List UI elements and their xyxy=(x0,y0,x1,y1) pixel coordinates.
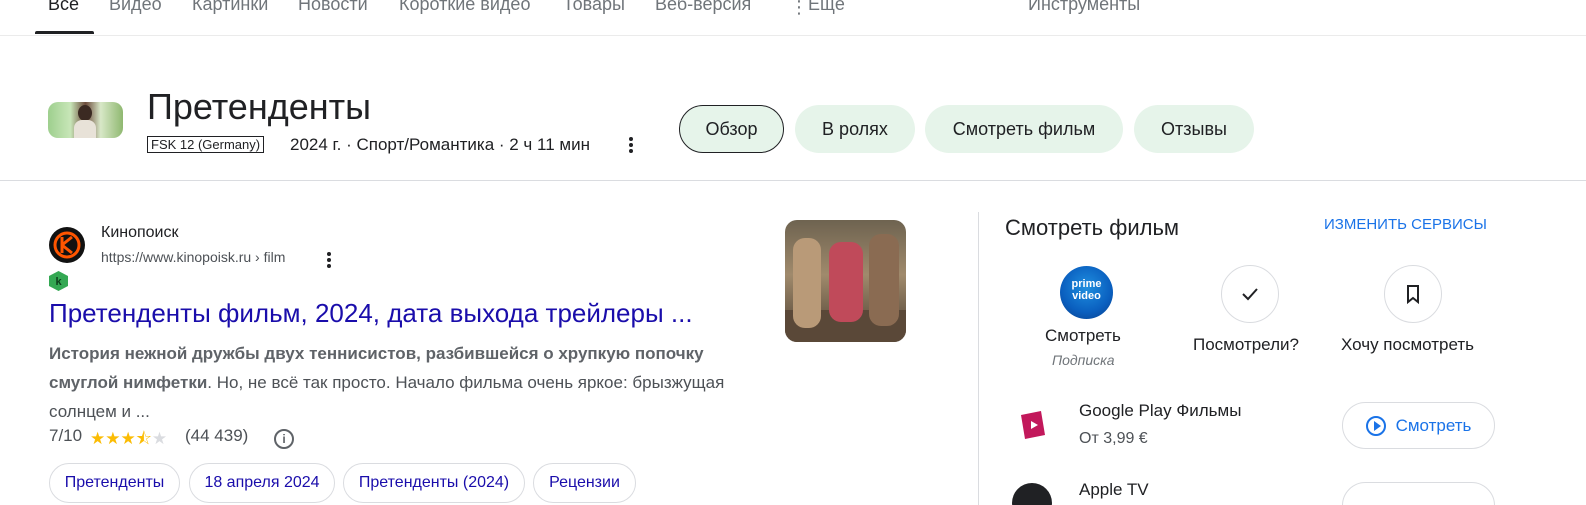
change-services-link[interactable]: ИЗМЕНИТЬ СЕРВИСЫ xyxy=(1324,216,1487,233)
google-play-movies-icon xyxy=(1021,411,1045,439)
watch-button-label: Смотреть xyxy=(1395,415,1472,435)
watched-button[interactable] xyxy=(1221,265,1279,323)
entity-thumbnail[interactable] xyxy=(48,102,123,138)
want-to-watch-button[interactable] xyxy=(1384,265,1442,323)
svg-text:k: k xyxy=(55,276,62,288)
result-url[interactable]: https://www.kinopoisk.ru › film xyxy=(101,249,285,265)
star-half-icon: ⯪ xyxy=(135,429,152,448)
result-thumbnail[interactable] xyxy=(785,220,906,342)
tab-more[interactable]: Ещё xyxy=(808,0,845,15)
apple-tv-icon xyxy=(1012,483,1052,505)
tab-all[interactable]: Все xyxy=(48,0,79,15)
result-snippet: История нежной дружбы двух теннисистов, … xyxy=(49,339,769,426)
entity-meta: 2024 г. · Спорт/Романтика · 2 ч 11 мин xyxy=(290,135,590,154)
tab-short-videos[interactable]: Короткие видео xyxy=(399,0,530,15)
chip-cast[interactable]: В ролях xyxy=(795,105,915,153)
result-title-link[interactable]: Претенденты фильм, 2024, дата выхода тре… xyxy=(49,298,693,329)
review-count: (44 439) xyxy=(185,426,249,445)
star-icon: ★ xyxy=(105,429,121,448)
bookmark-icon xyxy=(1407,285,1419,305)
result-site-name[interactable]: Кинопоиск xyxy=(101,224,179,242)
sitelink-release-date[interactable]: 18 апреля 2024 xyxy=(189,463,335,503)
rating-stars: ★★★⯪★ xyxy=(90,426,167,455)
entity-more-icon[interactable] xyxy=(629,137,633,155)
watch-panel-title: Смотреть фильм xyxy=(1005,215,1180,240)
chip-reviews[interactable]: Отзывы xyxy=(1134,105,1254,153)
result-more-icon[interactable] xyxy=(327,252,331,270)
prime-subscription-label: Подписка xyxy=(1052,352,1115,368)
kinopoisk-favicon xyxy=(49,227,85,263)
provider-name-google-play[interactable]: Google Play Фильмы xyxy=(1079,401,1241,421)
chip-overview[interactable]: Обзор xyxy=(679,105,784,153)
sitelink-pretendenty[interactable]: Претенденты xyxy=(49,463,180,503)
star-icon: ★ xyxy=(90,429,106,448)
result-rating: 7/10 xyxy=(49,426,83,445)
watch-apple-tv-button[interactable] xyxy=(1342,482,1495,505)
want-to-watch-label[interactable]: Хочу посмотреть xyxy=(1341,335,1474,355)
tab-video[interactable]: Видео xyxy=(109,0,162,15)
age-rating-badge: FSK 12 (Germany) xyxy=(147,136,265,153)
provider-name-apple-tv[interactable]: Apple TV xyxy=(1079,480,1149,500)
tab-news[interactable]: Новости xyxy=(298,0,368,15)
star-icon: ★ xyxy=(120,429,136,448)
provider-price-google-play: От 3,99 € xyxy=(1079,430,1148,447)
kinopoisk-badge-icon: k xyxy=(49,271,68,291)
chip-watch-movie[interactable]: Смотреть фильм xyxy=(925,105,1123,153)
search-tabs: Все Видео Картинки Новости Короткие виде… xyxy=(0,0,1586,36)
tools-button[interactable]: Инструменты xyxy=(1028,0,1140,15)
tab-shopping[interactable]: Товары xyxy=(563,0,625,15)
entity-header: Претенденты FSK 12 (Germany) 2024 г. · С… xyxy=(0,80,1586,181)
tab-images[interactable]: Картинки xyxy=(192,0,268,15)
entity-title: Претенденты xyxy=(147,86,371,127)
more-vertical-icon[interactable]: ⋮ xyxy=(790,0,808,18)
play-icon xyxy=(1365,415,1386,436)
prime-video-logo[interactable]: prime video xyxy=(1060,266,1113,319)
tab-web[interactable]: Веб-версия xyxy=(655,0,751,15)
prime-watch-label[interactable]: Смотреть xyxy=(1045,326,1121,346)
watched-label[interactable]: Посмотрели? xyxy=(1193,335,1299,355)
active-tab-indicator xyxy=(35,31,94,34)
info-icon[interactable]: i xyxy=(274,429,294,449)
watch-google-play-button[interactable]: Смотреть xyxy=(1342,402,1495,449)
checkmark-icon xyxy=(1242,288,1258,301)
panel-divider xyxy=(978,212,979,505)
sitelink-reviews[interactable]: Рецензии xyxy=(533,463,636,503)
star-empty-icon: ★ xyxy=(151,429,168,448)
sitelink-pretendenty-2024[interactable]: Претенденты (2024) xyxy=(343,463,525,503)
